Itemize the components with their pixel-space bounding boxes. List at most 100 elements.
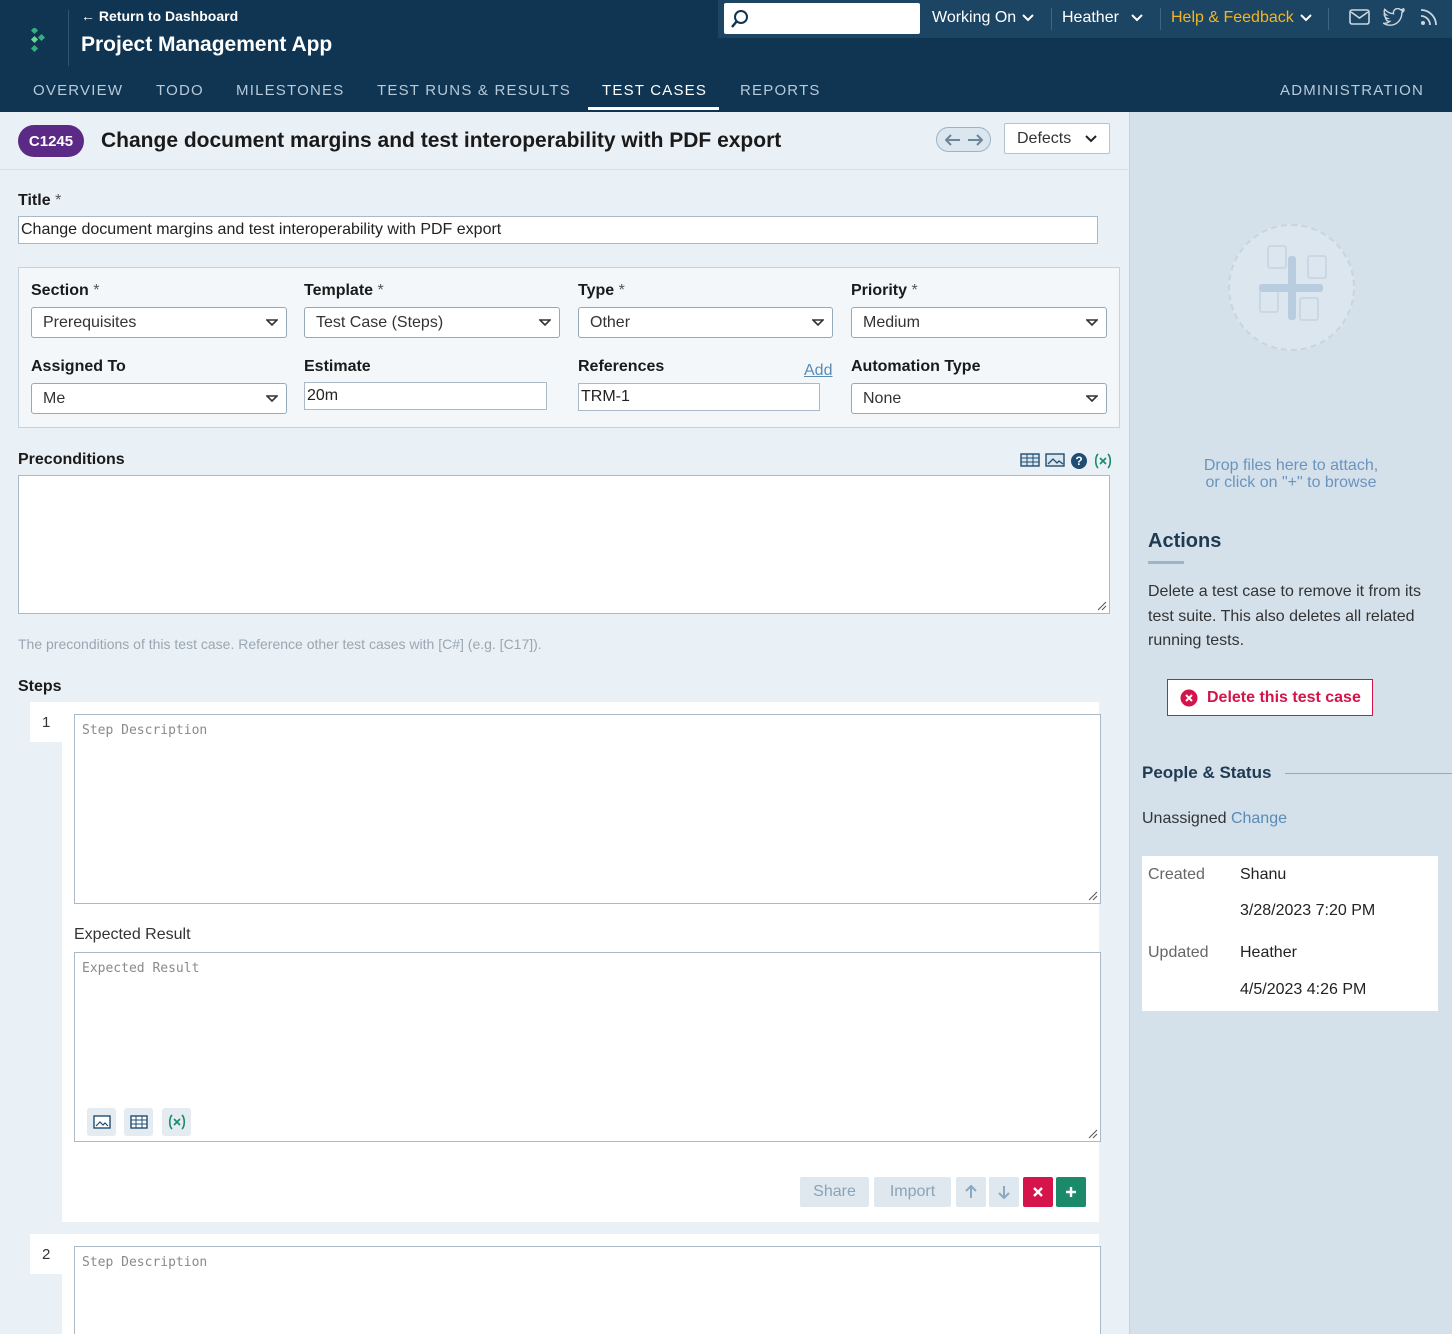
working-on-dropdown[interactable]: Working On [932,9,1034,27]
table-icon[interactable] [1020,452,1040,468]
assigned-to-select[interactable]: Me [31,383,287,414]
attachment-dropzone[interactable] [1228,224,1355,351]
type-select[interactable]: Other [578,307,833,338]
arrow-left-icon[interactable] [944,133,961,146]
twitter-icon[interactable] [1383,8,1405,26]
attach-files-icon [1259,245,1327,321]
references-label: References [578,358,665,375]
caret-down-icon [539,319,551,327]
step-description-textarea[interactable]: Step Description [74,714,1101,904]
created-at: 3/28/2023 7:20 PM [1240,902,1376,919]
defects-dropdown[interactable]: Defects [1004,123,1110,154]
user-menu-dropdown[interactable]: Heather [1062,9,1143,27]
preconditions-help-text: The preconditions of this test case. Ref… [18,636,542,652]
resize-grip-icon[interactable] [1088,891,1098,901]
delete-step-button[interactable] [1023,1177,1053,1207]
page-title: Change document margins and test interop… [101,129,782,152]
arrow-right-icon[interactable] [967,133,983,146]
change-assignment-link[interactable]: Change [1231,810,1287,827]
tab-test-runs-results[interactable]: TEST RUNS & RESULTS [377,82,571,99]
topbar-separator [1328,8,1329,30]
chevron-down-icon [1085,134,1097,142]
template-label: Template * [304,282,384,299]
title-input[interactable]: Change document margins and test interop… [18,216,1098,244]
resize-grip-icon[interactable] [1097,601,1107,611]
header-divider [68,10,69,66]
actions-heading-underline [1148,561,1184,564]
close-icon [1033,1187,1043,1197]
people-status-heading: People & Status [1142,763,1272,782]
step-number: 2 [30,1234,62,1274]
import-steps-button[interactable]: Import [874,1177,951,1207]
references-input[interactable]: TRM-1 [578,383,820,411]
insert-image-button[interactable] [87,1108,116,1136]
preconditions-textarea[interactable] [18,475,1110,614]
priority-select[interactable]: Medium [851,307,1107,338]
chevron-down-icon [1300,14,1312,22]
rss-icon[interactable] [1420,8,1438,26]
move-step-down-button[interactable] [989,1177,1019,1207]
preconditions-toolbar: ? [1020,452,1113,470]
assignment-status: Unassigned Change [1142,810,1287,827]
tab-test-cases[interactable]: TEST CASES [602,82,707,99]
estimate-label: Estimate [304,358,371,375]
return-to-dashboard-link[interactable]: ← Return to Dashboard [81,8,238,24]
help-icon[interactable]: ? [1070,452,1088,470]
tab-todo[interactable]: TODO [156,82,204,99]
insert-table-button[interactable] [124,1108,153,1136]
automation-type-select[interactable]: None [851,383,1107,414]
updated-label: Updated [1148,944,1209,961]
created-by: Shanu [1240,866,1287,883]
help-feedback-dropdown[interactable]: Help & Feedback [1171,9,1312,27]
tab-reports[interactable]: REPORTS [740,82,821,99]
insert-variable-button[interactable] [162,1108,191,1136]
dropzone-text[interactable]: Drop files here to attach, or click on "… [1130,457,1452,491]
app-logo-icon[interactable] [28,28,50,52]
table-icon [129,1115,148,1129]
resize-grip-icon[interactable] [1088,1129,1098,1139]
arrow-up-icon [965,1185,977,1198]
tab-administration[interactable]: ADMINISTRATION [1280,82,1424,99]
add-step-button[interactable] [1056,1177,1086,1207]
add-reference-link[interactable]: Add [804,362,832,380]
title-label: Title * [18,192,62,209]
tab-overview[interactable]: OVERVIEW [33,82,123,99]
chevron-down-icon [1131,14,1143,22]
active-tab-indicator [588,107,719,110]
search-input[interactable] [724,3,920,34]
tab-milestones[interactable]: MILESTONES [236,82,344,99]
automation-type-label: Automation Type [851,358,981,375]
topbar-separator [1160,8,1161,30]
plus-icon [1066,1187,1076,1197]
close-circle-icon [1180,689,1198,706]
actions-heading: Actions [1148,530,1222,552]
image-icon [92,1115,111,1129]
move-step-up-button[interactable] [956,1177,986,1207]
actions-description: Delete a test case to remove it from its… [1148,583,1421,649]
user-name: Heather [1062,9,1119,26]
case-id-badge: C1245 [18,125,84,157]
divider [0,169,1130,170]
expected-result-label: Expected Result [74,926,191,943]
section-label: Section * [31,282,100,299]
expected-result-textarea[interactable]: Expected Result [74,952,1101,1142]
expected-result-placeholder: Expected Result [82,961,200,976]
updated-at: 4/5/2023 4:26 PM [1240,981,1367,998]
section-select[interactable]: Prerequisites [31,307,287,338]
estimate-input[interactable]: 20m [304,382,547,410]
step-description-textarea[interactable]: Step Description [74,1246,1101,1334]
step-description-placeholder: Step Description [82,723,208,738]
caret-down-icon [812,319,824,327]
type-label: Type * [578,282,625,299]
divider [1285,773,1452,774]
help-feedback-label: Help & Feedback [1171,9,1294,26]
chevron-down-icon [1022,14,1034,22]
delete-test-case-button[interactable]: Delete this test case [1167,679,1373,716]
caret-down-icon [266,319,278,327]
image-icon[interactable] [1045,452,1065,468]
variable-icon[interactable] [1093,452,1113,470]
assigned-to-label: Assigned To [31,358,126,375]
template-select[interactable]: Test Case (Steps) [304,307,560,338]
share-step-button[interactable]: Share [800,1177,869,1207]
mail-icon[interactable] [1349,9,1370,25]
